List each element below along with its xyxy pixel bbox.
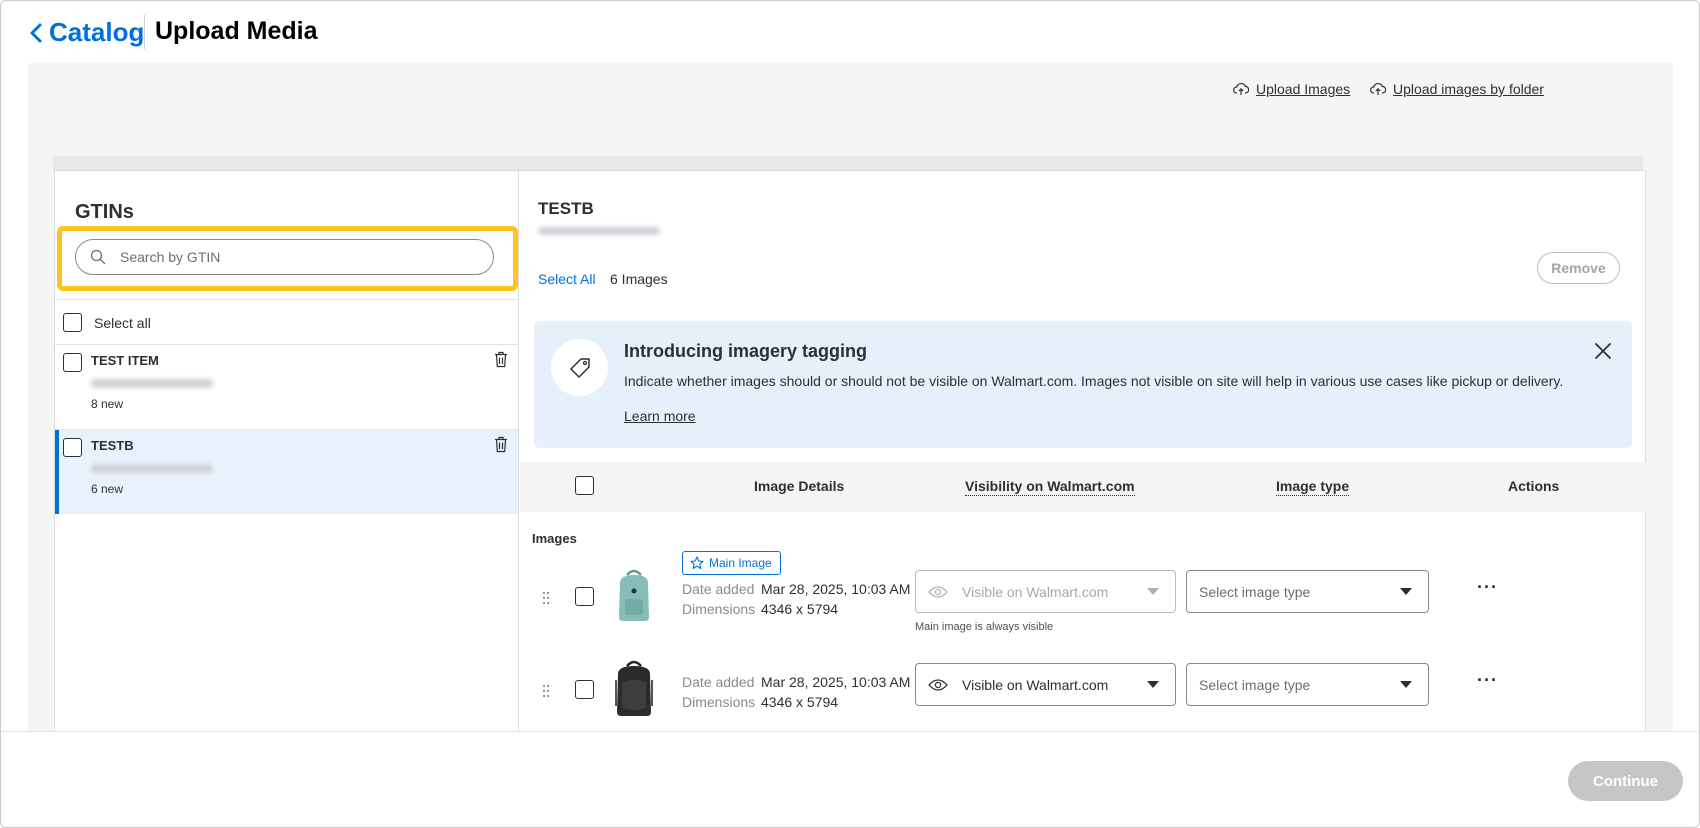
column-header-image-details: Image Details — [754, 478, 845, 494]
date-added-label: Date added — [682, 581, 755, 597]
visibility-select-value: Visible on Walmart.com — [962, 676, 1109, 693]
date-added-label: Date added — [682, 674, 755, 690]
backpack-thumbnail-teal[interactable] — [612, 565, 656, 625]
section-divider-strip — [53, 156, 1643, 170]
drag-handle-icon[interactable] — [542, 684, 550, 698]
gtin-title: TESTB — [538, 199, 594, 218]
remove-button[interactable]: Remove — [1537, 252, 1620, 284]
header-divider — [144, 15, 145, 49]
trash-icon[interactable] — [494, 351, 508, 368]
gtin-item-new-count: 8 new — [91, 397, 124, 411]
upload-images-label: Upload Images — [1256, 81, 1351, 97]
imagery-tagging-banner: Introducing imagery tagging Indicate whe… — [534, 321, 1632, 448]
image-row: Date added Mar 28, 2025, 10:03 AM Dimens… — [520, 658, 1646, 738]
image-type-placeholder: Select image type — [1199, 583, 1311, 600]
date-added-value: Mar 28, 2025, 10:03 AM — [761, 581, 911, 597]
trash-icon[interactable] — [494, 436, 508, 453]
drag-handle-icon[interactable] — [542, 591, 550, 605]
chevron-down-icon — [1147, 588, 1159, 595]
gtin-list-item-testb[interactable]: TESTB 6 new — [55, 430, 518, 514]
images-section-label: Images — [532, 531, 577, 546]
cloud-upload-icon — [1233, 82, 1249, 95]
visibility-select[interactable]: Visible on Walmart.com — [915, 663, 1176, 706]
chevron-down-icon — [1400, 681, 1412, 688]
visibility-note: Main image is always visible — [915, 621, 1054, 633]
continue-button[interactable]: Continue — [1568, 761, 1683, 801]
dimensions-label: Dimensions — [682, 694, 756, 710]
dimensions-label: Dimensions — [682, 601, 756, 617]
upload-card: GTINs Select all TEST ITEM 8 new — [54, 170, 1646, 731]
star-icon — [690, 556, 704, 570]
app-window: Catalog Upload Media Upload Images Uploa… — [0, 0, 1700, 828]
page-title: Upload Media — [155, 17, 318, 45]
divider — [55, 299, 518, 300]
gtin-list-item-test-item[interactable]: TEST ITEM 8 new — [55, 345, 518, 429]
column-header-actions: Actions — [1508, 478, 1560, 494]
gtins-title: GTINs — [75, 201, 134, 223]
learn-more-link[interactable]: Learn more — [624, 408, 696, 424]
column-header-visibility-label: Visibility on Walmart.com — [965, 478, 1135, 496]
image-table-header: Image Details Visibility on Walmart.com … — [520, 462, 1646, 512]
gtin-item-name: TESTB — [91, 438, 134, 453]
main-image-badge: Main Image — [682, 551, 781, 575]
gtin-panel: GTINs Select all TEST ITEM 8 new — [55, 171, 519, 731]
gtin-detail-panel: TESTB Select All 6 Images Remove Introdu… — [520, 171, 1646, 731]
dimensions-value: 4346 x 5794 — [761, 694, 839, 710]
gtin-number-redacted — [538, 227, 660, 235]
gtin-item-checkbox[interactable] — [63, 353, 82, 372]
select-all-row: Select all — [63, 313, 151, 332]
banner-title: Introducing imagery tagging — [624, 341, 868, 361]
visibility-select: Visible on Walmart.com — [915, 570, 1176, 613]
main-image-badge-label: Main Image — [709, 556, 772, 570]
tag-icon — [569, 357, 590, 378]
backpack-thumbnail-black[interactable] — [612, 658, 656, 718]
more-actions-button[interactable]: ··· — [1477, 577, 1498, 598]
image-row-checkbox[interactable] — [575, 587, 594, 606]
image-type-select[interactable]: Select image type — [1186, 570, 1429, 613]
upload-by-folder-link[interactable]: Upload images by folder — [1370, 81, 1544, 97]
image-count: 6 Images — [610, 271, 668, 287]
back-to-catalog-link[interactable]: Catalog — [27, 17, 144, 48]
eye-icon — [928, 585, 948, 598]
banner-text: Indicate whether images should or should… — [624, 373, 1564, 389]
image-type-placeholder: Select image type — [1199, 676, 1311, 693]
close-icon[interactable] — [1592, 340, 1614, 362]
eye-icon — [928, 678, 948, 691]
gtin-number-redacted — [91, 379, 213, 388]
gtin-item-new-count: 6 new — [91, 482, 124, 496]
gtin-search-input[interactable] — [120, 249, 480, 265]
image-row-checkbox[interactable] — [575, 680, 594, 699]
visibility-select-value: Visible on Walmart.com — [962, 583, 1109, 600]
gtin-number-redacted — [91, 464, 213, 473]
column-header-image-type-label: Image type — [1276, 478, 1350, 496]
tag-icon-circle — [551, 339, 608, 396]
gtin-item-checkbox[interactable] — [63, 438, 82, 457]
search-icon — [90, 249, 106, 265]
select-all-checkbox[interactable] — [63, 313, 82, 332]
chevron-down-icon — [1147, 681, 1159, 688]
back-label: Catalog — [49, 17, 145, 47]
upload-by-folder-label: Upload images by folder — [1393, 81, 1544, 97]
image-row: Main Image Date added Mar 28, 2025, 10:0… — [520, 551, 1646, 645]
chevron-left-icon — [30, 23, 42, 42]
gtin-item-name: TEST ITEM — [91, 353, 159, 368]
select-all-images-checkbox[interactable] — [575, 476, 594, 495]
select-all-label: Select all — [94, 314, 151, 331]
column-header-visibility[interactable]: Visibility on Walmart.com — [965, 478, 1135, 496]
more-actions-button[interactable]: ··· — [1477, 670, 1498, 691]
select-all-images-link[interactable]: Select All — [538, 271, 596, 287]
dimensions-value: 4346 x 5794 — [761, 601, 839, 617]
footer-bar: Continue — [1, 731, 1699, 827]
cloud-upload-icon — [1370, 82, 1386, 95]
image-type-select[interactable]: Select image type — [1186, 663, 1429, 706]
date-added-value: Mar 28, 2025, 10:03 AM — [761, 674, 911, 690]
gtin-search[interactable] — [75, 239, 494, 275]
chevron-down-icon — [1400, 588, 1412, 595]
upload-images-link[interactable]: Upload Images — [1233, 81, 1350, 97]
column-header-image-type[interactable]: Image type — [1276, 478, 1350, 496]
top-bar: Catalog Upload Media — [1, 1, 1699, 63]
